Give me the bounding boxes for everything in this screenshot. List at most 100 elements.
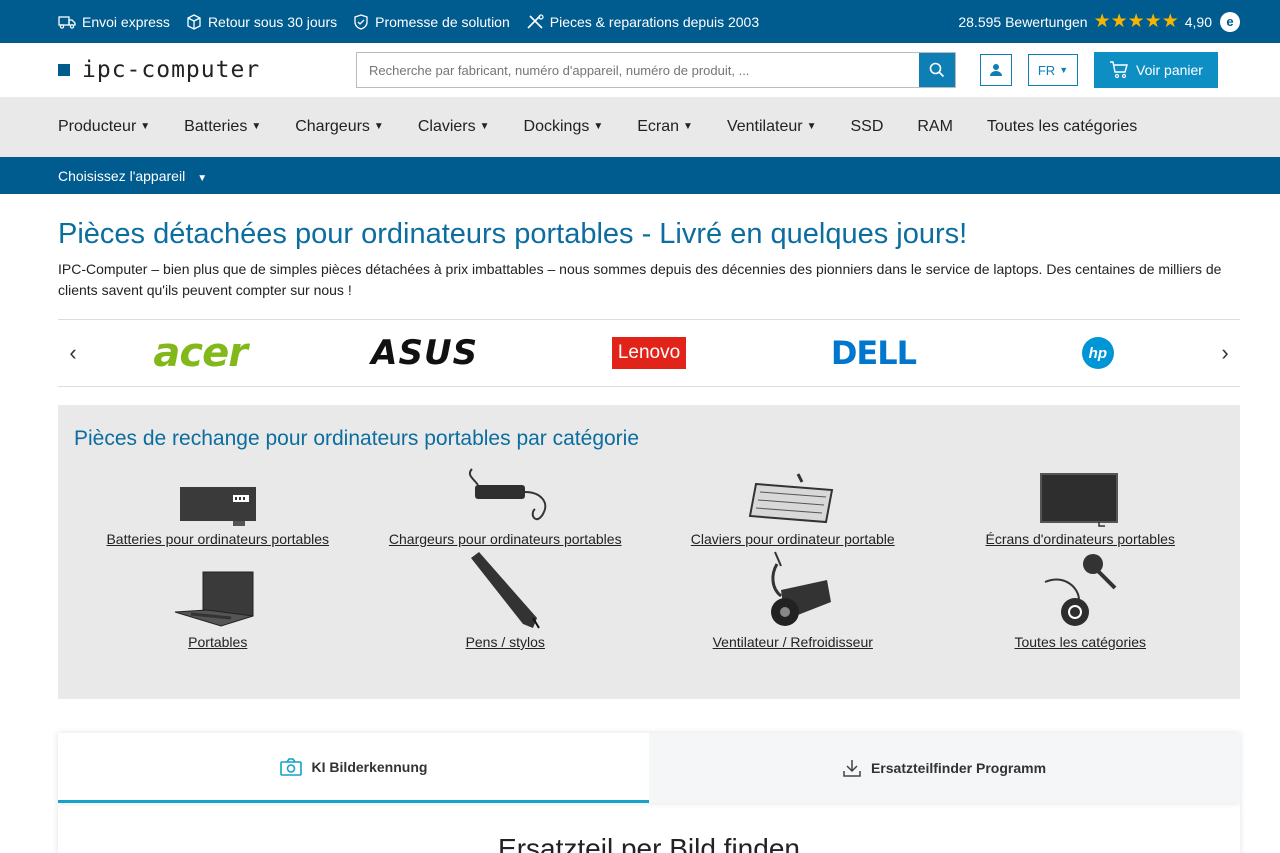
carousel-prev-button[interactable]: ‹	[58, 340, 88, 366]
header: ipc-computer FR ▼ Voir panier	[0, 43, 1280, 97]
language-label: FR	[1037, 62, 1056, 78]
lenovo-logo: Lenovo	[611, 337, 687, 369]
pen-icon	[471, 552, 541, 629]
nav-label: SSD	[850, 118, 884, 135]
category-chargeurs[interactable]: Chargeurs pour ordinateurs portables	[362, 459, 650, 562]
tab-label: Ersatzteilfinder Programm	[870, 760, 1047, 776]
category-grid: Batteries pour ordinateurs portables Cha…	[74, 459, 1224, 665]
main-content: Pièces détachées pour ordinateurs portab…	[0, 218, 1280, 853]
chevron-down-icon: ▼	[806, 121, 817, 132]
nav-item-chargeurs[interactable]: Chargeurs ▼	[295, 118, 384, 136]
top-bar: Envoi express Retour sous 30 jours Prome…	[0, 0, 1280, 43]
nav-item-ram[interactable]: RAM	[917, 118, 953, 136]
category-ecrans[interactable]: Écrans d'ordinateurs portables	[937, 459, 1225, 562]
truck-icon	[58, 15, 76, 29]
rating-widget[interactable]: 28.595 Bewertungen ★★★★★ 4,90 e	[958, 10, 1240, 33]
feature-label: Pieces & reparations depuis 2003	[549, 13, 760, 30]
nav-item-ssd[interactable]: SSD	[850, 118, 883, 136]
search-button[interactable]	[919, 53, 955, 87]
rating-stars-icon: ★★★★★	[1093, 11, 1179, 32]
category-all[interactable]: Toutes les catégories	[937, 554, 1225, 665]
category-link[interactable]: Batteries pour ordinateurs portables	[106, 531, 329, 547]
nav-label: Toutes les catégories	[986, 118, 1138, 135]
chevron-down-icon: ▼	[683, 121, 693, 132]
feature-label: Retour sous 30 jours	[207, 13, 338, 30]
category-link[interactable]: Chargeurs pour ordinateurs portables	[389, 531, 622, 547]
cart-label: Voir panier	[1136, 62, 1203, 78]
cart-icon	[1110, 61, 1128, 79]
chevron-down-icon: ▼	[197, 172, 208, 184]
tab-ki-bilderkennung[interactable]: KI Bilderkennung	[58, 733, 649, 803]
dell-logo: DELL	[830, 334, 917, 372]
tab-content-title: Ersatzteil per Bild finden	[498, 833, 800, 853]
nav-item-dockings[interactable]: Dockings ▼	[524, 118, 604, 136]
download-icon	[843, 760, 861, 777]
brand-carousel: ‹ acer ASUS Lenovo DELL hp ›	[58, 319, 1240, 387]
category-title: Pièces de rechange pour ordinateurs port…	[74, 427, 640, 450]
feature-repairs: Pieces & reparations depuis 2003	[526, 14, 759, 30]
category-portables[interactable]: Portables	[74, 562, 362, 665]
category-claviers[interactable]: Claviers pour ordinateur portable	[649, 459, 937, 562]
logo-square-icon	[58, 64, 70, 76]
nav-item-ecran[interactable]: Ecran ▼	[637, 118, 693, 136]
category-pens[interactable]: Pens / stylos	[362, 552, 650, 665]
chevron-down-icon: ▼	[140, 121, 151, 132]
brand-asus[interactable]: ASUS	[312, 333, 536, 373]
chevron-down-icon: ▼	[373, 121, 384, 132]
nav-label: Batteries	[184, 118, 248, 135]
search-bar	[356, 52, 956, 88]
nav-label: Ventilateur	[726, 118, 803, 135]
category-link[interactable]: Pens / stylos	[466, 634, 545, 650]
hp-logo-text: hp	[1088, 344, 1107, 362]
search-icon	[929, 62, 945, 78]
category-link[interactable]: Claviers pour ordinateur portable	[691, 531, 895, 547]
nav-item-batteries[interactable]: Batteries ▼	[184, 118, 261, 136]
chevron-down-icon: ▼	[479, 121, 490, 132]
category-ventilateur[interactable]: Ventilateur / Refroidisseur	[649, 551, 937, 665]
brand-hp[interactable]: hp	[986, 337, 1210, 369]
chevron-right-icon: ›	[1221, 340, 1229, 365]
chevron-down-icon: ▼	[1059, 65, 1069, 75]
category-link[interactable]: Portables	[188, 634, 247, 650]
rating-score: 4,90	[1184, 13, 1212, 30]
page-title: Pièces détachées pour ordinateurs portab…	[58, 218, 968, 250]
account-button[interactable]	[980, 54, 1012, 86]
nav-item-claviers[interactable]: Claviers ▼	[418, 118, 490, 136]
feature-express: Envoi express	[58, 14, 170, 30]
hp-logo: hp	[1081, 337, 1114, 369]
nav-label: Chargeurs	[295, 118, 370, 135]
category-link[interactable]: Écrans d'ordinateurs portables	[986, 531, 1175, 547]
fan-icon	[770, 551, 831, 626]
asus-logo: ASUS	[371, 333, 479, 373]
nav-label: Dockings	[523, 118, 590, 135]
language-select[interactable]: FR ▼	[1028, 54, 1078, 86]
category-link[interactable]: Ventilateur / Refroidisseur	[713, 634, 873, 650]
nav-label: Claviers	[417, 118, 476, 135]
tools-icon	[527, 13, 544, 29]
category-link[interactable]: Toutes les catégories	[1014, 634, 1146, 650]
nav-item-producteur[interactable]: Producteur ▼	[58, 118, 150, 136]
brand-acer[interactable]: acer	[88, 330, 312, 376]
brand-lenovo[interactable]: Lenovo	[537, 337, 761, 369]
nav-item-ventilateur[interactable]: Ventilateur ▼	[727, 118, 817, 136]
user-icon	[990, 64, 1002, 76]
tab-label: KI Bilderkennung	[311, 758, 428, 775]
shield-check-icon	[354, 13, 368, 30]
tab-ersatzteilfinder[interactable]: Ersatzteilfinder Programm	[649, 733, 1240, 803]
nav-label: Ecran	[637, 118, 680, 135]
intro-text: IPC-Computer – bien plus que de simples …	[58, 261, 1222, 298]
search-input[interactable]	[357, 53, 919, 87]
cart-button[interactable]: Voir panier	[1094, 52, 1218, 88]
keyboard-icon	[748, 473, 833, 524]
trusted-shops-icon: e	[1220, 11, 1240, 32]
device-selector-label: Choisissez l'appareil	[58, 167, 186, 184]
finder-tabs: KI Bilderkennung Ersatzteilfinder Progra…	[58, 733, 1240, 803]
device-selector[interactable]: Choisissez l'appareil ▼	[58, 168, 207, 184]
logo[interactable]: ipc-computer	[58, 57, 348, 83]
brand-dell[interactable]: DELL	[761, 334, 985, 372]
nav-item-all-categories[interactable]: Toutes les catégories	[987, 118, 1137, 136]
category-batteries[interactable]: Batteries pour ordinateurs portables	[74, 459, 362, 562]
feature-label: Promesse de solution	[375, 13, 510, 30]
screen-icon	[1040, 473, 1119, 527]
carousel-next-button[interactable]: ›	[1210, 340, 1240, 366]
